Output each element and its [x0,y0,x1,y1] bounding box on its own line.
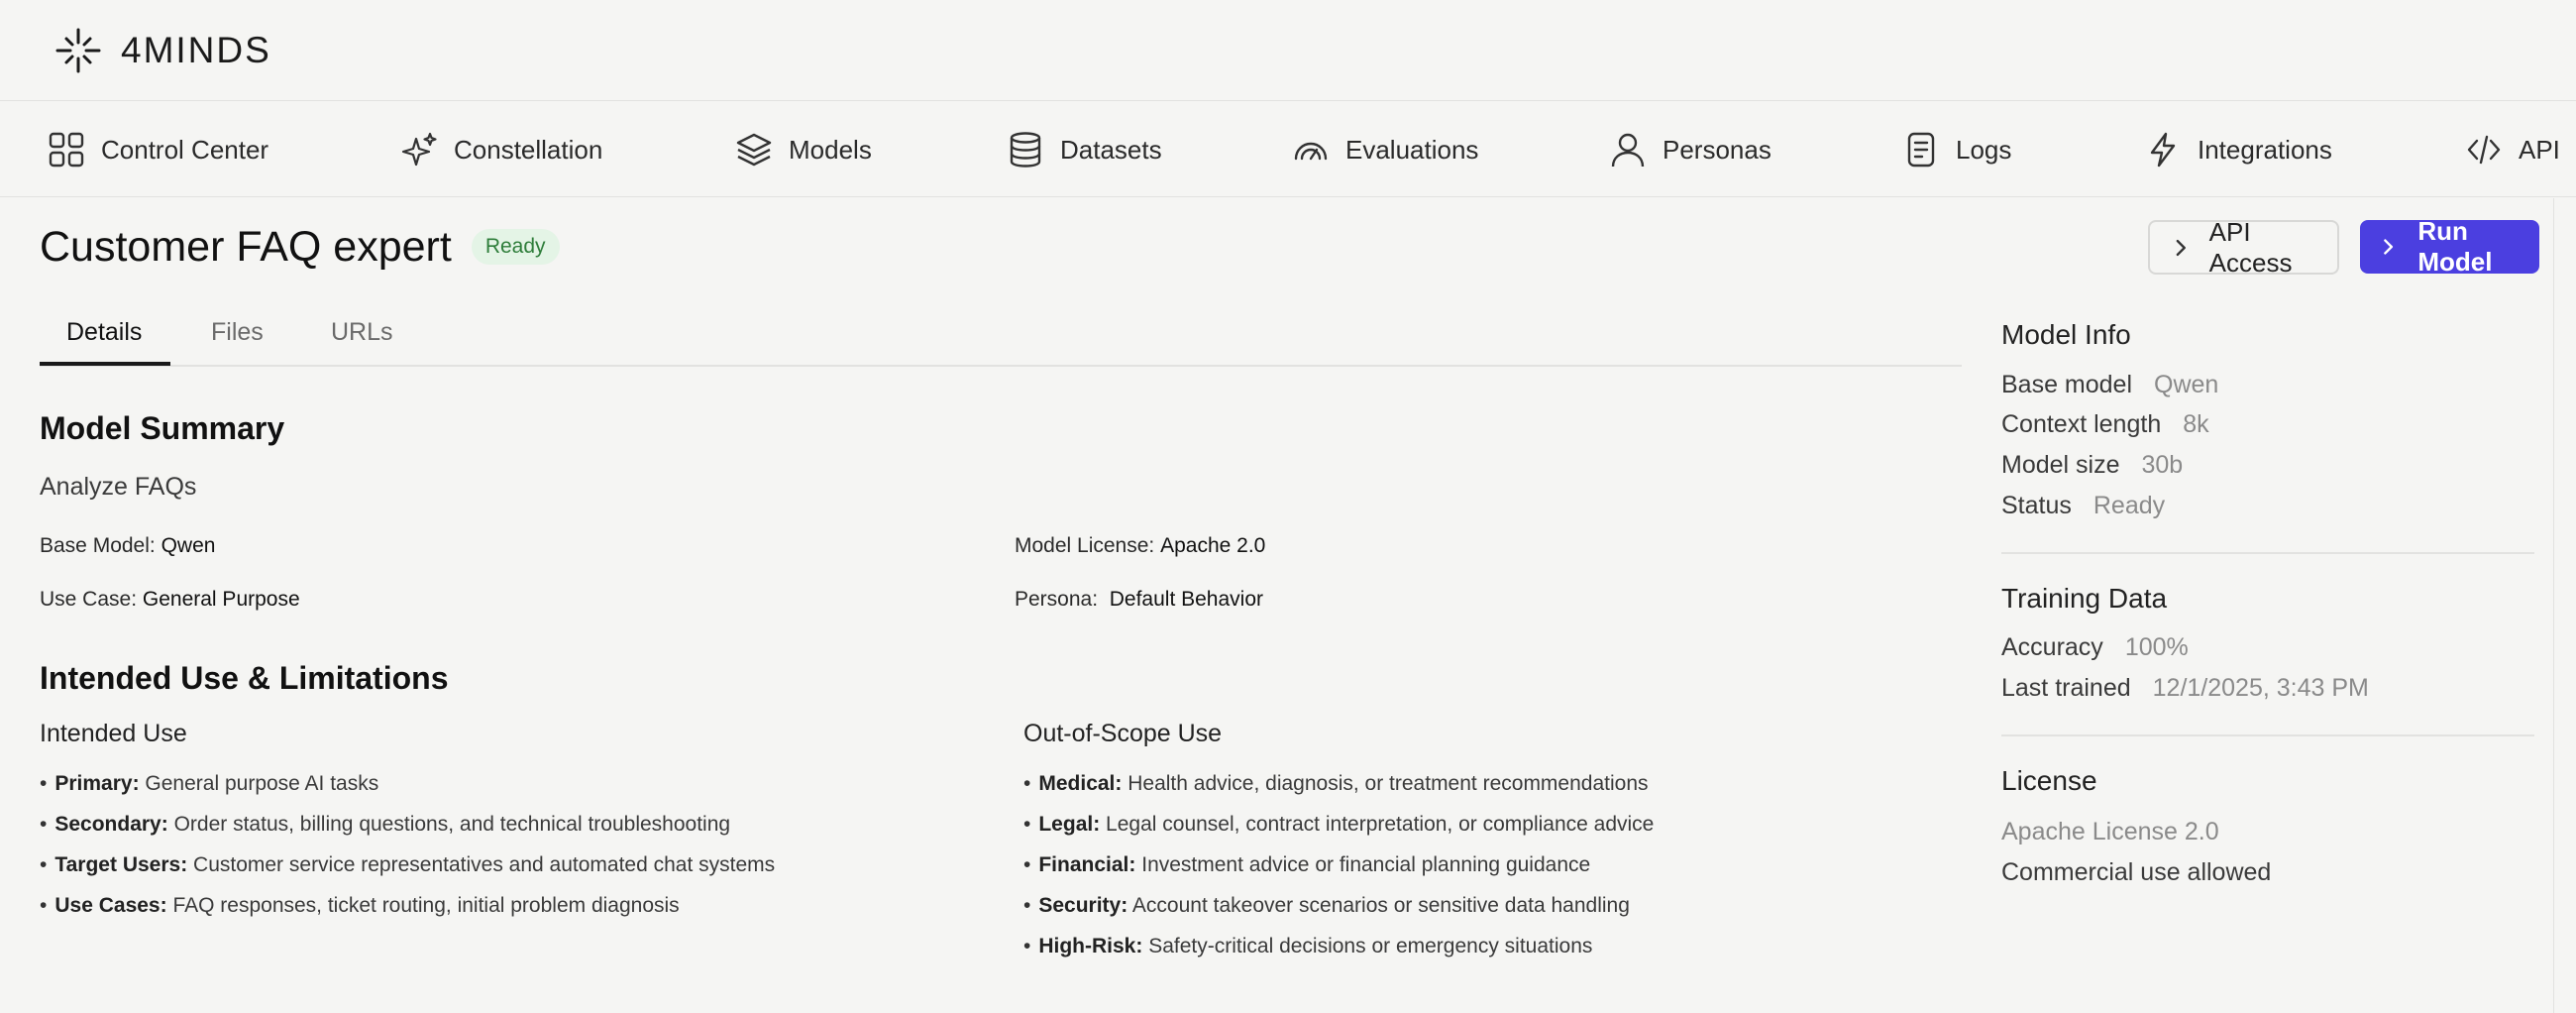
divider [2001,734,2534,736]
nav-item-datasets[interactable]: Datasets [1007,102,1162,197]
training-row: Last trained 12/1/2025, 3:43 PM [2001,674,2369,702]
database-icon [1010,132,1041,168]
nav-label: Datasets [1060,134,1162,165]
license-note: Commercial use allowed [2001,858,2272,886]
training-row: Accuracy 100% [2001,633,2189,661]
lightning-icon [2150,132,2176,168]
base-model-key: Base Model: [40,534,156,557]
nav-label: Personas [1663,134,1771,165]
persona-key: Persona: [1015,588,1099,611]
divider [2553,198,2554,1013]
model-info-row: Context length 8k [2001,410,2209,438]
list-item: • Medical: Health advice, diagnosis, or t… [1023,772,1649,795]
persona-field: Persona: Default Behavior [1015,588,1263,612]
nav-item-personas[interactable]: Personas [1609,102,1771,197]
nav-label: Constellation [454,134,603,165]
brand-logo[interactable]: 4MINDS [55,28,271,73]
page-header: Customer FAQ expert Ready [40,216,560,278]
run-model-label: Run Model [2417,216,2493,277]
license-heading: License [2001,765,2097,796]
list-item: • High-Risk: Safety-critical decisions or… [1023,935,1593,957]
model-summary-heading: Model Summary [40,410,285,446]
list-item: • Primary: General purpose AI tasks [40,772,379,795]
limitations-heading: Intended Use & Limitations [40,660,449,696]
list-item: • Security: Account takeover scenarios or… [1023,894,1630,917]
top-bar: 4MINDS [0,0,2576,101]
run-model-button[interactable]: Run Model [2360,216,2539,277]
main-nav: Control Center Constellation Models Data… [0,102,2576,197]
use-case-value: General Purpose [142,588,300,611]
grid-icon [49,132,84,168]
training-data-heading: Training Data [2001,583,2168,614]
nav-label: Integrations [2198,134,2332,165]
nav-label: Models [789,134,872,165]
model-info-row: Model size 30b [2001,451,2184,479]
chevron-right-icon [2384,239,2394,255]
detail-tabs: Details Files URLs [40,297,1962,367]
tab-urls[interactable]: URLs [331,297,393,367]
layers-icon [736,133,772,167]
list-item: • Target Users: Customer service represen… [40,853,776,876]
active-tab-indicator [40,362,170,366]
divider [2001,552,2534,554]
nav-item-integrations[interactable]: Integrations [2144,102,2332,197]
model-description: Analyze FAQs [40,473,197,501]
chevron-right-icon [2176,239,2186,256]
nav-label: API [2519,134,2560,165]
api-access-label: API Access [2208,216,2293,278]
list-item: • Financial: Investment advice or financi… [1023,853,1591,876]
sparkles-icon [401,132,437,167]
out-of-scope-list: • Medical: Health advice, diagnosis, or t… [1023,763,1654,966]
intended-use-list: • Primary: General purpose AI tasks • Seco… [40,763,775,926]
nav-item-logs[interactable]: Logs [1902,102,2011,197]
model-license-value: Apache 2.0 [1160,534,1266,557]
status-badge: Ready [471,229,560,265]
license-name: Apache License 2.0 [2001,818,2219,845]
base-model-value: Qwen [161,534,216,557]
nav-item-models[interactable]: Models [735,102,872,197]
use-case-key: Use Case: [40,588,138,611]
model-info-row: Base model Qwen [2001,371,2219,398]
gauge-icon [1294,142,1328,161]
nav-label: Evaluations [1345,134,1479,165]
model-info-row: Status Ready [2001,492,2166,519]
sparkle-logo-icon [55,28,101,72]
brand-name: 4MINDS [121,29,271,70]
api-access-button[interactable]: API Access [2148,217,2339,278]
document-icon [1907,132,1935,168]
nav-item-api[interactable]: API [2465,102,2560,197]
code-icon [2467,135,2501,165]
persona-value: Default Behavior [1109,588,1263,611]
nav-item-evaluations[interactable]: Evaluations [1292,102,1478,197]
out-of-scope-heading: Out-of-Scope Use [1023,720,1223,747]
base-model-field: Base Model: Qwen [40,534,215,558]
use-case-field: Use Case: General Purpose [40,588,300,612]
list-item: • Use Cases: FAQ responses, ticket routin… [40,894,680,917]
model-license-key: Model License: [1015,534,1155,557]
model-info-heading: Model Info [2001,319,2131,350]
page-title: Customer FAQ expert [40,222,452,271]
tab-details[interactable]: Details [66,297,142,367]
nav-label: Logs [1956,134,2012,165]
tab-files[interactable]: Files [211,297,264,367]
model-license-field: Model License: Apache 2.0 [1015,534,1265,558]
nav-label: Control Center [101,134,269,165]
nav-item-constellation[interactable]: Constellation [400,102,602,197]
intended-use-heading: Intended Use [40,720,187,747]
user-icon [1611,133,1645,168]
nav-item-control-center[interactable]: Control Center [48,102,268,197]
list-item: • Legal: Legal counsel, contract interpre… [1023,813,1655,836]
list-item: • Secondary: Order status, billing questi… [40,813,731,836]
